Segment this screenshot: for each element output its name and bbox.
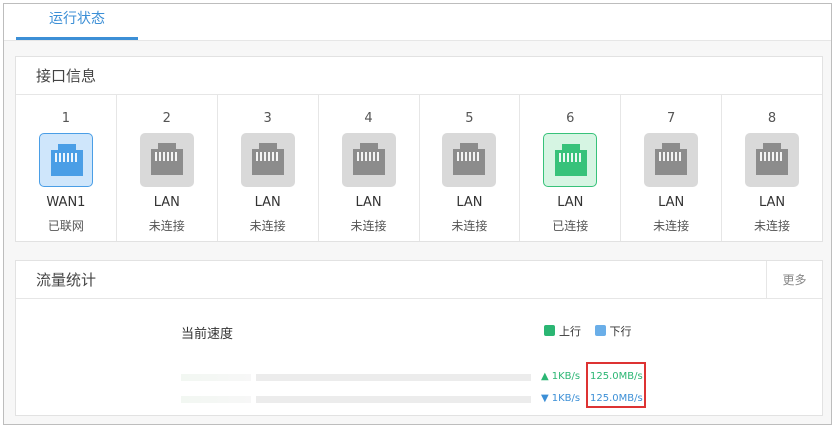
port-number: 4: [364, 111, 373, 126]
more-button[interactable]: 更多: [766, 261, 822, 299]
port-number: 1: [61, 111, 71, 126]
upload-bar-label-fade: [181, 374, 251, 381]
port-status: 已连接: [552, 219, 589, 233]
tab-running-status[interactable]: 运行状态: [16, 4, 138, 40]
ethernet-port-icon: [543, 133, 598, 187]
port-6[interactable]: 6 LAN 已连接: [520, 95, 622, 241]
interface-info-header: 接口信息: [16, 57, 822, 95]
ethernet-port-icon: [38, 133, 93, 187]
download-bar: [256, 396, 531, 403]
port-3[interactable]: 3 LAN 未连接: [218, 95, 319, 241]
port-status: 未连接: [754, 219, 791, 233]
port-status: 已联网: [47, 219, 84, 233]
port-5[interactable]: 5 LAN 未连接: [420, 95, 521, 241]
upload-rate: ▲ 1KB/s: [541, 371, 580, 382]
port-number: 5: [465, 111, 474, 126]
download-rate-value: 1KB/s: [551, 393, 581, 404]
ethernet-port-icon: [442, 133, 497, 187]
download-swatch: [594, 325, 606, 336]
port-7[interactable]: 7 LAN 未连接: [621, 95, 723, 241]
download-bar-label-fade: [181, 396, 251, 403]
port-number: 3: [263, 111, 272, 126]
upload-swatch: [544, 325, 555, 336]
ethernet-port-icon: [745, 133, 800, 187]
port-status: 未连接: [451, 219, 488, 233]
legend-download-label: 下行: [609, 325, 632, 338]
port-1[interactable]: 1 WAN1 已联网: [16, 95, 117, 241]
port-8[interactable]: 8 LAN 未连接: [722, 95, 822, 241]
port-type: LAN: [456, 195, 483, 210]
download-rate: ▼ 1KB/s: [541, 393, 580, 404]
arrow-up-icon: ▲: [541, 371, 549, 382]
traffic-stats-title: 流量统计: [36, 271, 97, 289]
port-status: 未连接: [350, 219, 387, 233]
upload-bar: [256, 374, 531, 381]
port-status: 未连接: [653, 219, 690, 233]
router-status-page: 运行状态 接口信息 1 WAN1 已联网 2 LAN 未连接 3 LAN 未连接 4 LAN 未连接 5…: [3, 3, 832, 425]
ethernet-port-icon: [341, 133, 396, 187]
port-type: LAN: [557, 195, 584, 210]
traffic-stats-panel: 流量统计 更多 当前速度 上行 下行 ▲ 1KB/s 125.0MB/s ▼ 1KB…: [15, 260, 823, 416]
traffic-legend: 上行 下行: [544, 323, 642, 339]
port-type: WAN1: [46, 195, 86, 210]
port-status: 未连接: [148, 219, 185, 233]
interface-info-title: 接口信息: [36, 67, 97, 85]
port-type: LAN: [254, 195, 281, 210]
port-status: 未连接: [249, 219, 286, 233]
port-number: 6: [566, 111, 575, 126]
port-type: LAN: [153, 195, 180, 210]
interface-info-panel: 接口信息 1 WAN1 已联网 2 LAN 未连接 3 LAN 未连接 4 LAN 未连接 5 LAN 未连…: [15, 56, 823, 242]
port-type: LAN: [758, 195, 786, 210]
port-2[interactable]: 2 LAN 未连接: [117, 95, 218, 241]
arrow-down-icon: ▼: [541, 393, 549, 404]
highlight-annotation-box: [586, 362, 646, 408]
ethernet-port-icon: [644, 133, 699, 187]
legend-upload-label: 上行: [559, 325, 581, 338]
port-number: 8: [767, 111, 777, 126]
port-list: 1 WAN1 已联网 2 LAN 未连接 3 LAN 未连接 4 LAN 未连接 5 LAN 未连接 6 LAN…: [16, 95, 822, 241]
port-number: 2: [162, 111, 171, 126]
tab-bar: 运行状态: [4, 4, 831, 41]
ethernet-port-icon: [139, 133, 194, 187]
legend-download: 下行: [594, 323, 632, 339]
port-4[interactable]: 4 LAN 未连接: [319, 95, 420, 241]
upload-rate-value: 1KB/s: [551, 371, 581, 382]
port-type: LAN: [658, 195, 685, 210]
port-type: LAN: [355, 195, 382, 210]
port-number: 7: [667, 111, 676, 126]
current-speed-label: 当前速度: [181, 327, 234, 342]
ethernet-port-icon: [240, 133, 295, 187]
traffic-stats-header: 流量统计 更多: [16, 261, 822, 299]
legend-upload: 上行: [544, 323, 581, 339]
